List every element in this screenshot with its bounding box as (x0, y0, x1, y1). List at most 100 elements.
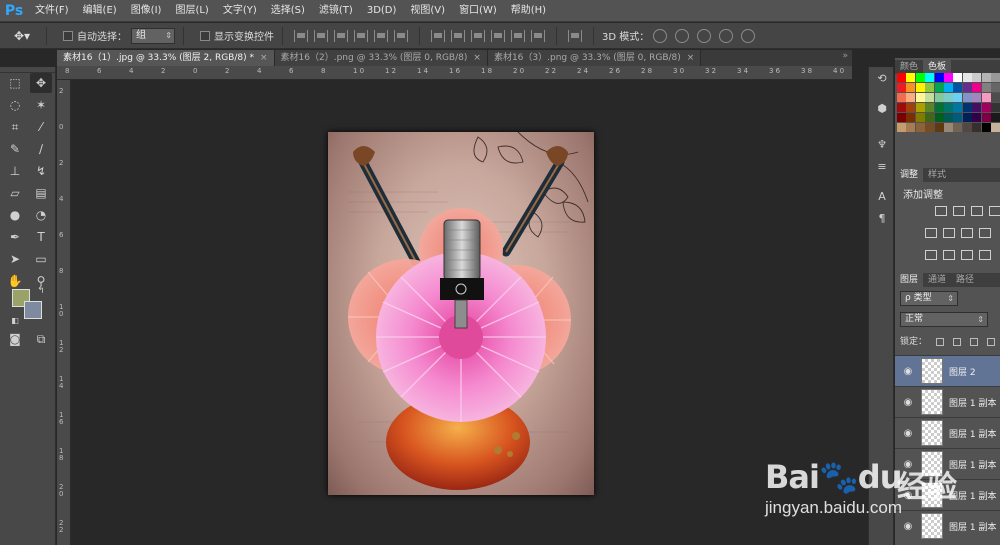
distribute-vcenter-icon[interactable] (451, 29, 465, 42)
lock-transparent-icon[interactable] (935, 337, 944, 346)
menu-image[interactable]: 图像(I) (124, 0, 169, 22)
swatch-cell[interactable] (972, 103, 982, 112)
brush-tool-icon[interactable]: ∕ (30, 139, 52, 159)
swatch-cell[interactable] (915, 113, 925, 122)
swatch-cell[interactable] (953, 103, 963, 112)
drag-3d-icon[interactable] (697, 28, 712, 43)
swatch-cell[interactable] (981, 93, 991, 102)
swatch-cell[interactable] (934, 93, 944, 102)
layer-filter-dropdown[interactable]: ρ 类型 (900, 291, 958, 306)
crop-tool-icon[interactable]: ⌗ (4, 117, 26, 137)
quick-mask-icon[interactable]: ◙ (4, 329, 26, 349)
healing-brush-tool-icon[interactable]: ✎ (4, 139, 26, 159)
swatch-cell[interactable] (897, 83, 906, 92)
path-selection-tool-icon[interactable]: ➤ (4, 249, 26, 269)
swatch-cell[interactable] (944, 83, 953, 92)
tab-swatches[interactable]: 色板 (923, 60, 952, 74)
swatch-cell[interactable] (972, 123, 982, 132)
swatch-cell[interactable] (991, 123, 1000, 132)
menu-type[interactable]: 文字(Y) (216, 0, 264, 22)
brush-presets-icon[interactable]: ♆ (874, 137, 890, 153)
distribute-hcenter-icon[interactable] (511, 29, 525, 42)
swatch-cell[interactable] (962, 83, 972, 92)
swatch-cell[interactable] (925, 103, 935, 112)
align-left-icon[interactable] (354, 29, 368, 42)
menu-file[interactable]: 文件(F) (28, 0, 76, 22)
swatch-cell[interactable] (962, 73, 972, 82)
gradient-tool-icon[interactable]: ▤ (30, 183, 52, 203)
visibility-eye-icon[interactable]: ◉ (895, 428, 921, 439)
vertical-ruler[interactable]: 2 0 2 4 6 8 10 12 14 16 18 20 22 (57, 80, 71, 545)
menu-view[interactable]: 视图(V) (403, 0, 452, 22)
type-tool-icon[interactable]: T (30, 227, 52, 247)
swatch-cell[interactable] (915, 123, 925, 132)
hand-tool-icon[interactable]: ✋ (4, 271, 26, 291)
tab-color[interactable]: 颜色 (895, 60, 923, 74)
align-bottom-icon[interactable] (334, 29, 348, 42)
swatch-cell[interactable] (944, 123, 953, 132)
swatch-cell[interactable] (925, 113, 935, 122)
swatch-cell[interactable] (897, 123, 906, 132)
layer-row[interactable]: ◉ 图层 2 (895, 355, 1000, 386)
swatch-cell[interactable] (925, 73, 935, 82)
swatch-cell[interactable] (972, 113, 982, 122)
swatch-cell[interactable] (981, 123, 991, 132)
swatch-cell[interactable] (906, 123, 916, 132)
vibrance-icon[interactable] (925, 228, 937, 238)
swatch-cell[interactable] (972, 73, 982, 82)
swatch-cell[interactable] (944, 103, 953, 112)
menu-3d[interactable]: 3D(D) (360, 0, 404, 22)
swatch-cell[interactable] (991, 103, 1000, 112)
swatch-cell[interactable] (953, 93, 963, 102)
lock-position-icon[interactable] (969, 337, 978, 346)
lasso-tool-icon[interactable]: ◌ (4, 95, 26, 115)
swatch-cell[interactable] (944, 93, 953, 102)
swatch-cell[interactable] (897, 103, 906, 112)
document-tab[interactable]: 素材16（1）.jpg @ 33.3% (图层 2, RGB/8) * × (57, 50, 275, 66)
properties-icon[interactable]: ≡ (874, 159, 890, 175)
swatch-cell[interactable] (897, 113, 906, 122)
invert-icon[interactable] (925, 250, 937, 260)
move-tool-icon[interactable]: ✥ (30, 73, 52, 93)
menu-filter[interactable]: 滤镜(T) (312, 0, 360, 22)
swatch-cell[interactable] (906, 73, 916, 82)
black-white-icon[interactable] (979, 228, 991, 238)
auto-select-dropdown[interactable]: 组 (131, 27, 175, 44)
hue-sat-icon[interactable] (943, 228, 955, 238)
distribute-bottom-icon[interactable] (471, 29, 485, 42)
swatch-cell[interactable] (934, 103, 944, 112)
swatch-cell[interactable] (925, 83, 935, 92)
swatch-cell[interactable] (934, 73, 944, 82)
blend-mode-dropdown[interactable]: 正常 (900, 312, 988, 327)
lock-pixels-icon[interactable] (952, 337, 961, 346)
distribute-right-icon[interactable] (531, 29, 545, 42)
posterize-icon[interactable] (943, 250, 955, 260)
swatch-cell[interactable] (981, 73, 991, 82)
menu-window[interactable]: 窗口(W) (452, 0, 504, 22)
swatch-cell[interactable] (934, 83, 944, 92)
swatch-cell[interactable] (981, 103, 991, 112)
document-canvas[interactable] (328, 132, 594, 495)
distribute-top-icon[interactable] (431, 29, 445, 42)
swatch-cell[interactable] (991, 93, 1000, 102)
blur-tool-icon[interactable]: ● (4, 205, 26, 225)
swatch-cell[interactable] (972, 83, 982, 92)
align-hcenter-icon[interactable] (374, 29, 388, 42)
rectangle-tool-icon[interactable]: ▭ (30, 249, 52, 269)
tab-paths[interactable]: 路径 (951, 273, 979, 287)
swatch-cell[interactable] (953, 83, 963, 92)
collapse-tabs-icon[interactable]: » (842, 51, 848, 61)
orbit-3d-icon[interactable] (653, 28, 668, 43)
swatch-cell[interactable] (972, 93, 982, 102)
color-balance-icon[interactable] (961, 228, 973, 238)
swatch-cell[interactable] (981, 83, 991, 92)
close-icon[interactable]: × (473, 50, 481, 66)
dodge-tool-icon[interactable]: ◔ (30, 205, 52, 225)
visibility-eye-icon[interactable]: ◉ (895, 397, 921, 408)
tab-layers[interactable]: 图层 (895, 273, 924, 287)
background-color-swatch[interactable] (24, 301, 42, 319)
scale-3d-icon[interactable] (741, 28, 756, 43)
align-right-icon[interactable] (394, 29, 408, 42)
swatch-cell[interactable] (953, 73, 963, 82)
swatch-cell[interactable] (906, 83, 916, 92)
